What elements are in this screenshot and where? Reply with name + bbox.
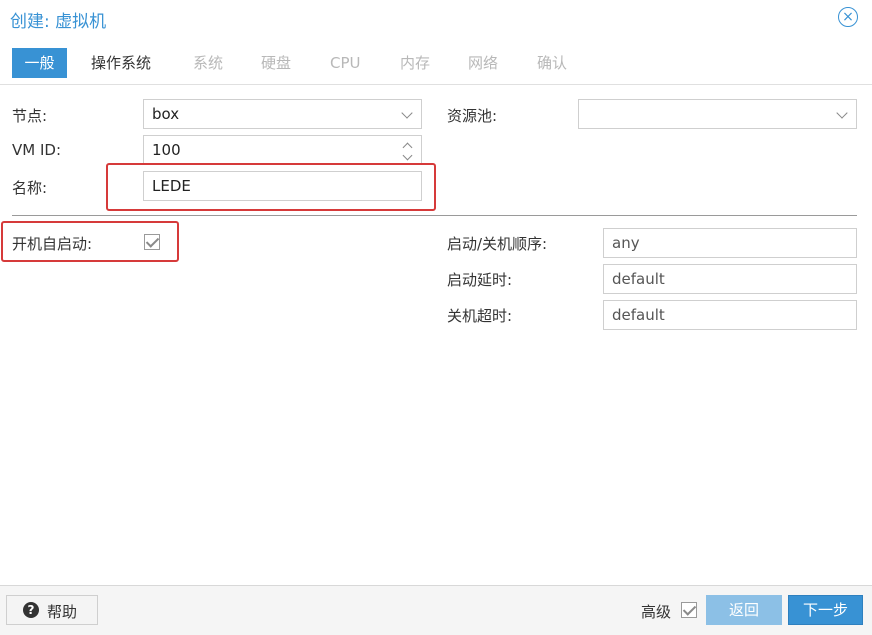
tab-general[interactable]: 一般 <box>12 48 67 78</box>
help-button[interactable]: ? 帮助 <box>6 595 98 625</box>
tab-memory: 内存 <box>400 54 431 72</box>
check-icon <box>682 602 697 616</box>
tab-divider <box>0 84 872 85</box>
chevron-down-icon <box>401 107 413 119</box>
node-select-value: box <box>152 105 180 123</box>
startup-order-input[interactable] <box>603 228 857 258</box>
name-label: 名称: <box>12 179 48 197</box>
wizard-tabs: 一般 操作系统 系统 硬盘 CPU 内存 网络 确认 <box>0 46 872 82</box>
tab-disk: 硬盘 <box>261 54 292 72</box>
tab-system: 系统 <box>193 54 224 72</box>
tab-cpu: CPU <box>330 54 361 72</box>
highlight-box-onboot <box>1 221 179 262</box>
tab-confirm: 确认 <box>537 54 568 72</box>
tab-os[interactable]: 操作系统 <box>91 48 151 78</box>
window-title: 创建: 虚拟机 <box>10 12 107 32</box>
question-circle-icon: ? <box>23 602 39 618</box>
node-label: 节点: <box>12 107 48 125</box>
spin-down-icon[interactable] <box>402 150 413 161</box>
advanced-checkbox[interactable] <box>681 602 697 618</box>
section-divider <box>12 215 857 216</box>
help-button-label: 帮助 <box>47 603 78 621</box>
vmid-value: 100 <box>152 141 181 159</box>
node-select[interactable]: box <box>143 99 422 129</box>
vmid-label: VM ID: <box>12 141 61 159</box>
highlight-box-name <box>106 163 436 211</box>
window-titlebar: 创建: 虚拟机 × <box>0 0 872 38</box>
startup-delay-input[interactable] <box>603 264 857 294</box>
back-button[interactable]: 返回 <box>706 595 782 625</box>
pool-label: 资源池: <box>447 107 498 125</box>
startup-order-label: 启动/关机顺序: <box>447 235 548 253</box>
dialog-footer: ? 帮助 高级 返回 下一步 <box>0 585 872 635</box>
shutdown-timeout-label: 关机超时: <box>447 307 513 325</box>
close-icon[interactable]: × <box>838 7 858 27</box>
advanced-label: 高级 <box>641 603 672 621</box>
startup-delay-label: 启动延时: <box>447 271 513 289</box>
tab-network: 网络 <box>468 54 499 72</box>
shutdown-timeout-input[interactable] <box>603 300 857 330</box>
next-button[interactable]: 下一步 <box>788 595 863 625</box>
pool-select[interactable] <box>578 99 857 129</box>
vmid-spinner[interactable]: 100 <box>143 135 422 165</box>
chevron-down-icon <box>836 107 848 119</box>
